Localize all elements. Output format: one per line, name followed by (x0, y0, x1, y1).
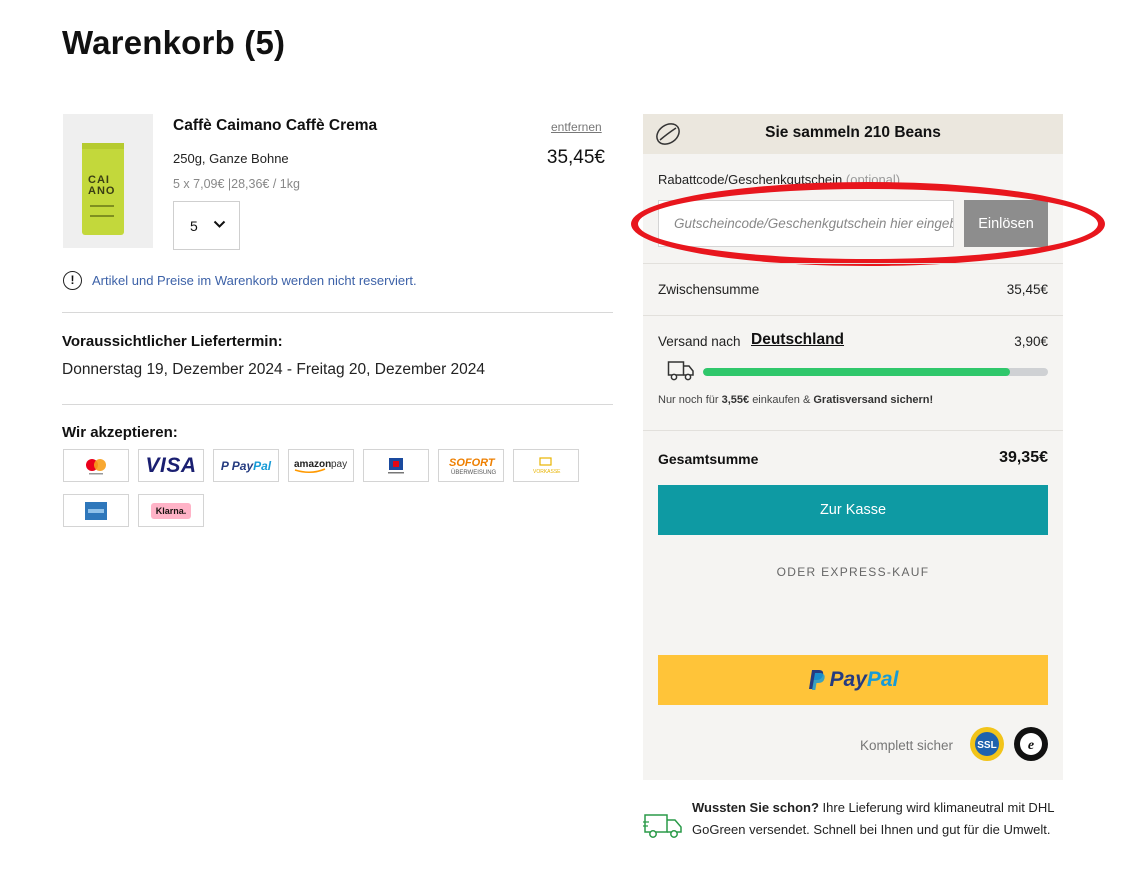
page-title: Warenkorb (5) (62, 24, 286, 61)
svg-text:amazon: amazon (294, 459, 331, 470)
svg-text:SSL: SSL (977, 740, 996, 751)
total-value: 39,35€ (999, 449, 1048, 466)
paypal-label-pal: Pal (866, 668, 899, 691)
svg-text:VORKASSE: VORKASSE (533, 469, 561, 475)
chevron-down-icon (213, 220, 226, 228)
vorkasse-logo: VORKASSE (513, 449, 579, 482)
divider (643, 430, 1063, 431)
quantity-select[interactable]: 5 (173, 201, 240, 250)
redeem-button[interactable]: Einlösen (964, 200, 1048, 247)
product-unit-price: 5 x 7,09€ |28,36€ / 1kg (173, 177, 300, 191)
beans-reward-text: Sie sammeln 210 Beans (765, 124, 941, 141)
shipping-country-link[interactable]: Deutschland (751, 331, 844, 349)
subtotal-value: 35,45€ (1006, 282, 1048, 297)
express-checkout-label: ODER EXPRESS-KAUF (776, 565, 930, 579)
coffee-bag-image: CAI ANO (82, 143, 124, 235)
info-icon: ! (63, 271, 82, 290)
coupon-input[interactable] (658, 200, 954, 247)
divider (643, 315, 1063, 316)
product-image[interactable]: CAI ANO (63, 114, 153, 248)
divider (62, 404, 613, 405)
svg-text:e: e (1028, 738, 1034, 753)
divider (62, 312, 613, 313)
payment-methods-heading: Wir akzeptieren: (62, 424, 178, 441)
amazon-pay-logo: amazon pay (288, 449, 354, 482)
visa-logo: VISA (138, 449, 204, 482)
green-delivery-info: Wussten Sie schon? Ihre Lieferung wird k… (692, 800, 1054, 837)
divider (643, 263, 1063, 264)
bag-logo-text: CAI ANO (88, 174, 116, 197)
quantity-value: 5 (190, 217, 198, 234)
trusted-shops-icon: e (1014, 727, 1048, 761)
order-summary-panel: Sie sammeln 210 Beans Rabattcode/Geschen… (631, 114, 1105, 780)
paypal-logo: P PayPal (213, 449, 279, 482)
product-price: 35,45€ (546, 147, 605, 168)
klarna-logo: Klarna. (138, 494, 204, 527)
shipping-label: Versand nach (658, 334, 741, 349)
remove-item-link[interactable]: entfernen (551, 120, 602, 134)
delivery-date: Donnerstag 19, Dezember 2024 - Freitag 2… (62, 361, 486, 378)
truck-icon (667, 361, 694, 381)
ssl-badge-icon: SSL (970, 727, 1004, 761)
reservation-notice: Artikel und Preise im Warenkorb werden n… (92, 273, 417, 288)
coupon-label: Rabattcode/Geschenkgutschein (optional) (658, 172, 901, 187)
progress-fill (703, 368, 1011, 376)
girocard-logo (363, 449, 429, 482)
free-shipping-hint: Nur noch für 3,55€ einkaufen & Gratisver… (658, 394, 934, 406)
checkout-button[interactable]: Zur Kasse (658, 485, 1048, 535)
product-variant: 250g, Ganze Bohne (173, 151, 289, 166)
svg-text:ÜBERWEISUNG: ÜBERWEISUNG (451, 469, 497, 476)
subtotal-label: Zwischensumme (658, 282, 760, 297)
beans-bar: Sie sammeln 210 Beans (643, 114, 1063, 154)
paypal-icon (808, 670, 825, 690)
green-delivery-truck-icon (643, 814, 682, 838)
amex-logo (63, 494, 129, 527)
free-shipping-progress (703, 368, 1048, 376)
delivery-heading: Voraussichtlicher Liefertermin: (62, 333, 283, 350)
paypal-label-pay: Pay (829, 668, 867, 691)
total-label: Gesamtsumme (658, 451, 759, 467)
shipping-value: 3,90€ (1014, 334, 1048, 349)
paypal-express-button[interactable]: PayPal (658, 655, 1048, 705)
secure-label: Komplett sicher (860, 738, 954, 753)
svg-text:SOFORT: SOFORT (449, 457, 496, 469)
sofort-logo: SOFORT ÜBERWEISUNG (438, 449, 504, 482)
mastercard-logo (63, 449, 129, 482)
svg-text:pay: pay (331, 459, 347, 470)
product-name[interactable]: Caffè Caimano Caffè Crema (173, 117, 377, 135)
